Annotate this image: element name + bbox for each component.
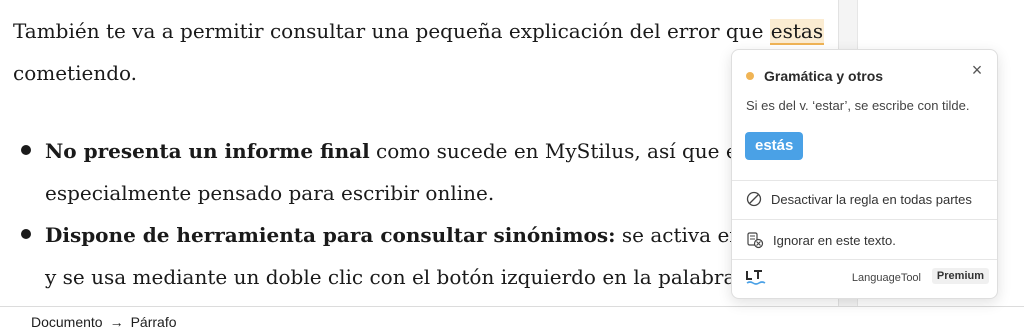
- block-icon: [746, 191, 762, 207]
- editor-area[interactable]: También te va a permitir consultar una p…: [0, 0, 840, 306]
- suggestion-button[interactable]: estás: [745, 132, 804, 160]
- bullet-list: No presenta un informe final como sucede…: [18, 130, 840, 298]
- ignore-text-label: Ignorar en este texto.: [773, 232, 896, 248]
- popup-header: Gramática y otros: [746, 68, 883, 84]
- bullet-text-cont: y se usa mediante un doble clic con el b…: [45, 265, 780, 289]
- languagetool-logo-icon[interactable]: [745, 269, 767, 287]
- premium-badge[interactable]: Premium: [931, 268, 989, 284]
- ignore-icon: [747, 232, 764, 249]
- error-message: Si es del v. ‘estar’, se escribe con til…: [746, 98, 970, 113]
- languagetool-popup: Gramática y otros × Si es del v. ‘estar’…: [731, 49, 998, 299]
- list-item: No presenta un informe final como sucede…: [18, 130, 838, 214]
- ignore-text-option[interactable]: Ignorar en este texto.: [746, 231, 896, 249]
- paragraph-text: También te va a permitir consultar una p…: [13, 19, 770, 43]
- breadcrumb: Documento → Párrafo: [31, 314, 177, 330]
- close-icon[interactable]: ×: [969, 61, 985, 79]
- breadcrumb-paragraph[interactable]: Párrafo: [131, 314, 177, 330]
- grammar-error-highlight[interactable]: estas: [769, 19, 825, 45]
- paragraph-text-cont: cometiendo.: [13, 61, 138, 85]
- bullet-bold-text: No presenta un informe final: [45, 139, 370, 163]
- bullet-icon: [21, 145, 31, 155]
- divider: [732, 180, 997, 181]
- bullet-bold-text: Dispone de herramienta para consultar si…: [45, 223, 616, 247]
- status-bar: Documento → Párrafo: [0, 306, 1024, 336]
- disable-rule-option[interactable]: Desactivar la regla en todas partes: [746, 191, 972, 207]
- breadcrumb-arrow-icon: →: [109, 313, 124, 330]
- bullet-icon: [21, 229, 31, 239]
- disable-rule-label: Desactivar la regla en todas partes: [771, 191, 972, 207]
- paragraph: También te va a permitir consultar una p…: [13, 10, 833, 94]
- divider: [732, 219, 997, 220]
- category-title: Gramática y otros: [764, 68, 884, 84]
- bullet-text: como sucede en MyStilus, así que está: [369, 139, 768, 163]
- breadcrumb-document[interactable]: Documento: [31, 314, 103, 330]
- list-item: Dispone de herramienta para consultar si…: [18, 214, 840, 298]
- divider: [732, 259, 997, 260]
- category-dot-icon: [746, 72, 754, 80]
- brand-name: LanguageTool: [851, 272, 921, 284]
- bullet-text-cont: especialmente pensado para escribir onli…: [45, 181, 495, 205]
